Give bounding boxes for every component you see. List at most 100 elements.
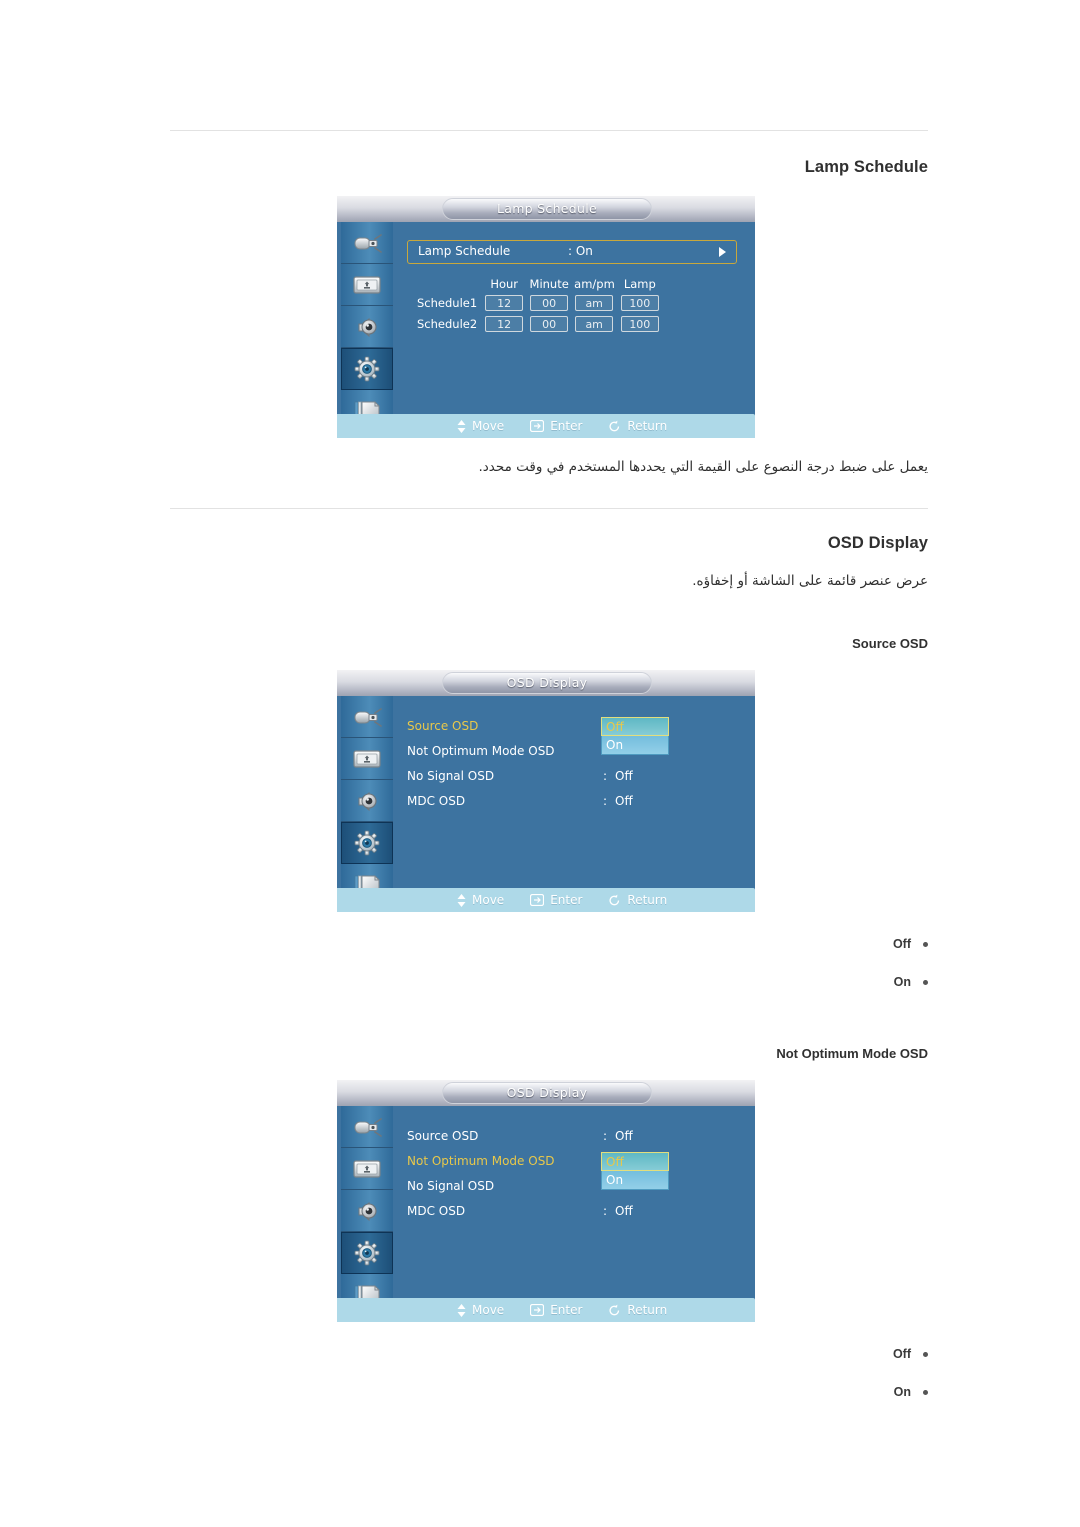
sidebar-item-setup[interactable]: [341, 348, 393, 390]
sidebar-item-sound[interactable]: [341, 306, 393, 348]
osd-sidebar: [341, 696, 393, 908]
osd-item-label: No Signal OSD: [407, 1179, 495, 1193]
list-item: On: [893, 963, 928, 1001]
cell-schedule2-ampm[interactable]: am: [575, 316, 614, 332]
description-osd-display: عرض عنصر قائمة على الشاشة أو إخفاؤه.: [692, 573, 928, 589]
osd-settings-list: Source OSD : Off Not Optimum Mode OSD : …: [407, 1126, 747, 1226]
osd-nav-enter-label: Enter: [550, 419, 583, 433]
cell-schedule2-hour[interactable]: 12: [485, 316, 524, 332]
table-row: Schedule2 12 00 am 100: [416, 315, 660, 333]
return-arrow-icon: [609, 1304, 620, 1315]
osd-nav-move-label: Move: [472, 419, 505, 433]
enter-key-icon: [530, 420, 545, 432]
osd-item-label: Source OSD: [407, 1129, 479, 1143]
sidebar-item-setup[interactable]: [341, 822, 393, 864]
osd-item-source-osd[interactable]: Source OSD : Off: [407, 1126, 747, 1151]
dropdown-option-off[interactable]: Off: [601, 717, 669, 736]
osd-item-not-optimum-mode-osd[interactable]: Not Optimum Mode OSD :: [407, 741, 747, 766]
dropdown-option-on[interactable]: On: [601, 1171, 669, 1190]
osd-item-value: Off: [615, 794, 633, 808]
input-source-icon: [350, 1113, 384, 1141]
dropdown-option-off[interactable]: Off: [601, 1152, 669, 1171]
input-source-icon: [350, 703, 384, 731]
list-item: Off: [893, 1335, 928, 1373]
dropdown-option-on[interactable]: On: [601, 736, 669, 755]
osd-nav-move[interactable]: Move: [457, 1303, 504, 1317]
osd-nav-enter-label: Enter: [550, 893, 583, 907]
up-down-arrow-icon: [457, 419, 466, 433]
sidebar-item-setup[interactable]: [341, 1232, 393, 1274]
sidebar-item-sound[interactable]: [341, 780, 393, 822]
sidebar-item-picture[interactable]: [341, 1148, 393, 1190]
sidebar-item-picture[interactable]: [341, 264, 393, 306]
sound-speaker-icon: [350, 1197, 384, 1225]
osd-bottom-bar: Move Enter Return: [337, 888, 755, 912]
sidebar-item-input[interactable]: [341, 222, 393, 264]
sidebar-item-input[interactable]: [341, 696, 393, 738]
osd-nav-move-label: Move: [472, 1303, 505, 1317]
option-label-off: Off: [892, 1347, 911, 1361]
osd-nav-enter-label: Enter: [550, 1303, 583, 1317]
osd-content-osd-display-2: Source OSD : Off Not Optimum Mode OSD : …: [393, 1106, 755, 1306]
osd-content-lamp-schedule: Lamp Schedule : On Hour Minute am/pm Lam…: [393, 222, 755, 422]
osd-item-source-osd[interactable]: Source OSD :: [407, 716, 747, 741]
osd-item-value: Off: [615, 1204, 633, 1218]
osd-nav-enter[interactable]: Enter: [530, 419, 582, 433]
sidebar-item-picture[interactable]: [341, 738, 393, 780]
sidebar-item-input[interactable]: [341, 1106, 393, 1148]
osd-settings-list: Source OSD : Not Optimum Mode OSD : No S…: [407, 716, 747, 816]
osd-item-colon: :: [603, 794, 608, 808]
setup-gear-icon: [350, 829, 384, 857]
osd-item-not-optimum-mode-osd[interactable]: Not Optimum Mode OSD :: [407, 1151, 747, 1176]
option-label-on: On: [893, 975, 911, 989]
osd-item-mdc-osd[interactable]: MDC OSD : Off: [407, 791, 747, 816]
osd-nav-return-label: Return: [627, 1303, 668, 1317]
osd-row-label: Lamp Schedule: [418, 244, 511, 258]
osd-nav-move[interactable]: Move: [457, 419, 504, 433]
osd-nav-move-label: Move: [472, 893, 505, 907]
return-arrow-icon: [609, 894, 620, 905]
right-arrow-icon: [719, 247, 726, 257]
cell-schedule1-minute[interactable]: 00: [530, 295, 569, 311]
osd-nav-enter[interactable]: Enter: [530, 1303, 582, 1317]
picture-icon: [350, 745, 384, 773]
cell-schedule2-minute[interactable]: 00: [530, 316, 569, 332]
osd-nav-return-label: Return: [627, 419, 668, 433]
column-header-hour: Hour: [490, 277, 519, 291]
setup-gear-icon: [350, 355, 384, 383]
osd-dropdown-source-osd[interactable]: Off On: [601, 717, 669, 755]
osd-item-no-signal-osd[interactable]: No Signal OSD :: [407, 1176, 747, 1201]
osd-dropdown-not-optimum-mode-osd[interactable]: Off On: [601, 1152, 669, 1190]
osd-title-text: Lamp Schedule: [496, 201, 598, 216]
column-header-lamp: Lamp: [623, 277, 656, 291]
sound-speaker-icon: [350, 787, 384, 815]
picture-icon: [350, 1155, 384, 1183]
document-page: Lamp Schedule Lamp Schedule Lamp Schedul…: [0, 0, 1080, 1527]
section-divider-2: [170, 508, 928, 509]
osd-row-lamp-schedule[interactable]: Lamp Schedule : On: [407, 240, 737, 264]
sidebar-item-sound[interactable]: [341, 1190, 393, 1232]
osd-item-label: Not Optimum Mode OSD: [407, 1154, 555, 1168]
heading-lamp-schedule: Lamp Schedule: [804, 158, 928, 176]
osd-nav-move[interactable]: Move: [457, 893, 504, 907]
osd-content-osd-display-1: Source OSD : Not Optimum Mode OSD : No S…: [393, 696, 755, 896]
osd-nav-return[interactable]: Return: [608, 893, 667, 907]
osd-item-colon: :: [603, 769, 608, 783]
table-corner-cell: [416, 277, 479, 291]
osd-nav-enter[interactable]: Enter: [530, 893, 582, 907]
list-item: On: [893, 1373, 928, 1411]
osd-item-no-signal-osd[interactable]: No Signal OSD : Off: [407, 766, 747, 791]
osd-item-mdc-osd[interactable]: MDC OSD : Off: [407, 1201, 747, 1226]
osd-item-colon: :: [603, 1204, 608, 1218]
cell-schedule1-hour[interactable]: 12: [485, 295, 524, 311]
sound-speaker-icon: [350, 313, 384, 341]
bullet-icon: [923, 1351, 928, 1357]
osd-bottom-bar: Move Enter Return: [337, 414, 755, 438]
up-down-arrow-icon: [457, 893, 466, 907]
osd-nav-return[interactable]: Return: [608, 1303, 667, 1317]
cell-schedule1-lamp[interactable]: 100: [620, 295, 659, 311]
row-header-schedule2: Schedule2: [417, 317, 478, 331]
osd-nav-return[interactable]: Return: [608, 419, 667, 433]
cell-schedule2-lamp[interactable]: 100: [620, 316, 659, 332]
cell-schedule1-ampm[interactable]: am: [575, 295, 614, 311]
